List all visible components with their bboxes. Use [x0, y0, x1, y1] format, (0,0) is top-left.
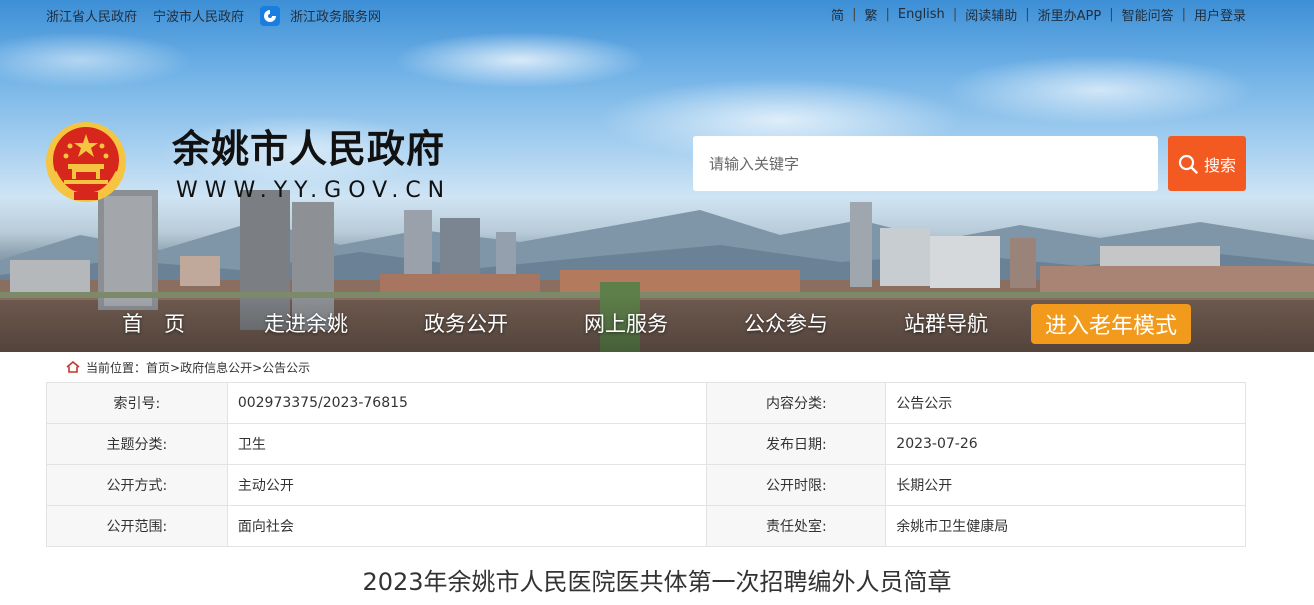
nav-about-yuyao[interactable]: 走进余姚 [264, 308, 348, 338]
article-title: 2023年余姚市人民医院医共体第一次招聘编外人员简章 [362, 568, 952, 596]
divider: | [885, 7, 890, 22]
table-row: 索引号: 002973375/2023-76815 内容分类: 公告公示 [46, 382, 1246, 424]
link-simplified[interactable]: 简 [831, 5, 844, 24]
nav-home[interactable]: 首 页 [122, 308, 185, 338]
top-link-bar: 浙江省人民政府 宁波市人民政府 浙江政务服务网 简 | 繁 | English … [0, 0, 1314, 26]
search-button[interactable]: 搜索 [1168, 136, 1246, 191]
table-row: 公开方式: 主动公开 公开时限: 长期公开 [46, 464, 1246, 506]
value-content-category: 公告公示 [885, 382, 1246, 424]
nav-online-service[interactable]: 网上服务 [584, 308, 668, 338]
table-row: 公开范围: 面向社会 责任处室: 余姚市卫生健康局 [46, 505, 1246, 547]
label-index-number: 索引号: [46, 382, 228, 424]
site-url: WWW.YY.GOV.CN [176, 178, 452, 203]
value-topic-category: 卫生 [226, 423, 708, 465]
value-publish-date: 2023-07-26 [885, 423, 1246, 465]
breadcrumb-gov-info[interactable]: 政府信息公开> [180, 359, 262, 376]
label-disclosure-scope: 公开范围: [46, 505, 228, 547]
breadcrumb-prefix: 当前位置： [86, 360, 147, 375]
label-publish-date: 发布日期: [706, 423, 887, 465]
divider: | [952, 7, 958, 22]
main-nav: 首 页 走进余姚 政务公开 网上服务 公众参与 站群导航 进入老年模式 [0, 302, 1314, 344]
divider: | [1025, 7, 1030, 22]
nav-public-participation[interactable]: 公众参与 [744, 308, 828, 338]
zhejiang-service-icon[interactable] [260, 6, 281, 26]
value-responsible-office: 余姚市卫生健康局 [885, 505, 1246, 547]
value-disclosure-period: 长期公开 [885, 464, 1246, 506]
home-icon [66, 361, 80, 373]
nav-site-navigation[interactable]: 站群导航 [904, 308, 988, 338]
breadcrumb-home[interactable]: 首页> [146, 359, 180, 376]
value-disclosure-method: 主动公开 [226, 464, 708, 506]
label-responsible-office: 责任处室: [706, 505, 887, 547]
link-zheliban-app[interactable]: 浙里办APP [1038, 5, 1102, 24]
nav-gov-affairs[interactable]: 政务公开 [424, 308, 508, 338]
search-button-label: 搜索 [1203, 155, 1236, 175]
link-ningbo-gov[interactable]: 宁波市人民政府 [153, 6, 244, 25]
table-row: 主题分类: 卫生 发布日期: 2023-07-26 [46, 423, 1246, 465]
link-zhejiang-service[interactable]: 浙江政务服务网 [290, 6, 381, 25]
label-disclosure-method: 公开方式: [46, 464, 228, 506]
value-index-number: 002973375/2023-76815 [226, 382, 708, 424]
divider: | [1109, 7, 1114, 22]
divider: | [1181, 7, 1186, 22]
national-emblem-icon[interactable] [44, 120, 128, 204]
label-topic-category: 主题分类: [46, 423, 228, 465]
breadcrumb: 当前位置： 首页> 政府信息公开> 公告公示 [66, 358, 310, 376]
site-title[interactable]: 余姚市人民政府 [172, 118, 445, 173]
link-user-login[interactable]: 用户登录 [1194, 5, 1246, 24]
link-english[interactable]: English [898, 7, 945, 22]
link-reading-aid[interactable]: 阅读辅助 [965, 5, 1017, 24]
link-smart-qa[interactable]: 智能问答 [1122, 5, 1174, 24]
search-input[interactable] [693, 136, 1158, 191]
link-zhejiang-gov[interactable]: 浙江省人民政府 [46, 6, 137, 25]
search-icon [1178, 154, 1198, 174]
document-info-table: 索引号: 002973375/2023-76815 内容分类: 公告公示 主题分… [46, 382, 1246, 547]
breadcrumb-notice[interactable]: 公告公示 [262, 359, 310, 376]
link-traditional[interactable]: 繁 [864, 5, 877, 24]
divider: | [852, 7, 857, 22]
label-disclosure-period: 公开时限: [706, 464, 887, 506]
elder-mode-button[interactable]: 进入老年模式 [1031, 304, 1191, 344]
value-disclosure-scope: 面向社会 [226, 505, 708, 547]
header-banner: 浙江省人民政府 宁波市人民政府 浙江政务服务网 简 | 繁 | English … [0, 0, 1314, 352]
label-content-category: 内容分类: [706, 382, 887, 424]
